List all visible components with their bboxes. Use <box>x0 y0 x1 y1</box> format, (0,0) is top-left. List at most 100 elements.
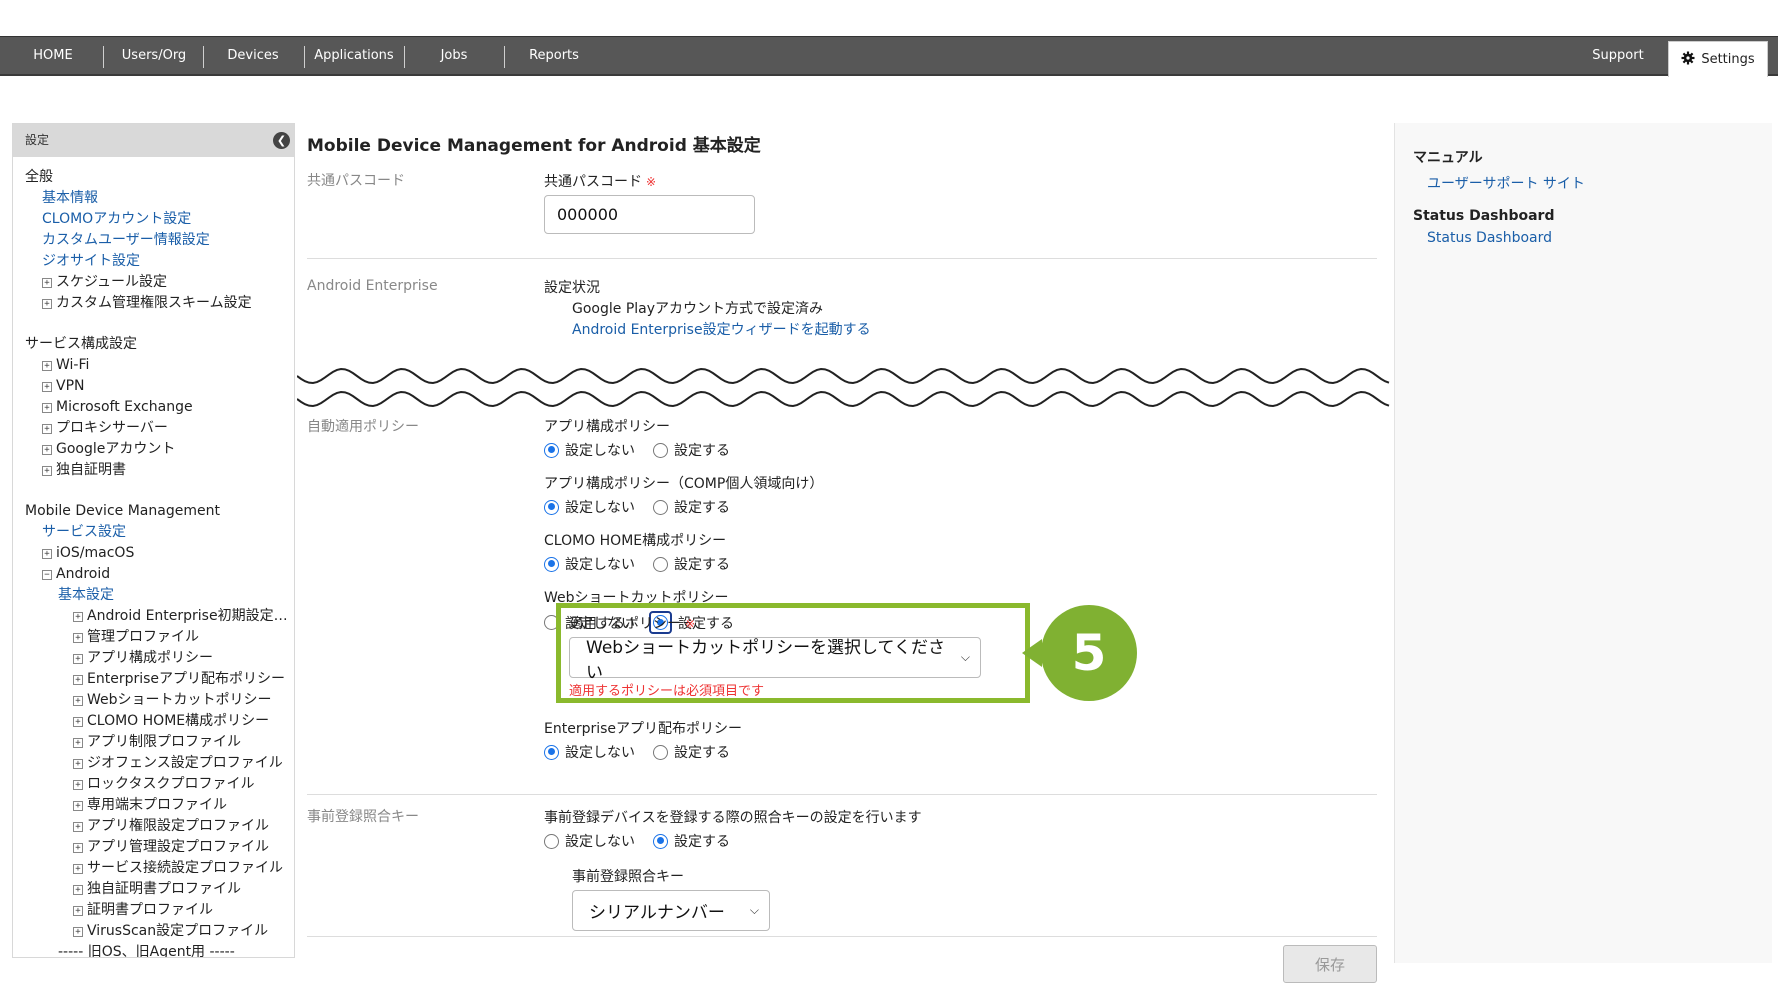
radio-label: 設定する <box>674 834 730 850</box>
manual-title: マニュアル <box>1413 150 1483 166</box>
sidebar-item-proxy[interactable]: + プロキシサーバー <box>25 418 294 439</box>
sidebar-item-schedule[interactable]: + スケジュール設定 <box>25 272 294 293</box>
sidebar-item-android-sub[interactable]: + アプリ制限プロファイル <box>25 732 294 753</box>
sidebar-item-android-sub[interactable]: + ジオフェンス設定プロファイル <box>25 753 294 774</box>
sidebar-item-exchange[interactable]: + Microsoft Exchange <box>25 397 294 418</box>
sidebar-item-vpn[interactable]: + VPN <box>25 376 294 397</box>
sidebar-item-android-sub[interactable]: + アプリ管理設定プロファイル <box>25 837 294 858</box>
prereg-description: 事前登録デバイスを登録する際の照合キーの設定を行います <box>544 810 922 826</box>
status-dashboard-link[interactable]: Status Dashboard <box>1413 230 1772 246</box>
sidebar-item-wifi[interactable]: + Wi-Fi <box>25 355 294 376</box>
prereg-section: 事前登録照合キー 事前登録デバイスを登録する際の照合キーの設定を行います 設定し… <box>307 806 1377 936</box>
prereg-on-radio[interactable] <box>653 833 668 849</box>
app-config-label: アプリ構成ポリシー <box>544 419 670 435</box>
sidebar-item-custom-user-info[interactable]: カスタムユーザー情報設定 <box>25 230 294 251</box>
required-mark: ※ <box>646 175 657 189</box>
radio-label: 設定する <box>674 500 730 516</box>
expand-icon: + <box>73 906 83 916</box>
sidebar-item-certificate[interactable]: + 独自証明書 <box>25 460 294 481</box>
enterprise-app-label: Enterpriseアプリ配布ポリシー <box>544 721 743 737</box>
passcode-input[interactable]: 000000 <box>544 195 755 234</box>
prereg-key-select[interactable]: シリアルナンバー ⌵ <box>572 890 770 931</box>
sidebar-item-service-settings[interactable]: サービス設定 <box>25 522 294 543</box>
radio-label: 設定する <box>674 557 730 573</box>
nav-support[interactable]: Support <box>1580 37 1656 75</box>
sidebar-item-label: Webショートカットポリシー <box>87 692 272 708</box>
sidebar-item-ios[interactable]: + iOS/macOS <box>25 543 294 564</box>
sidebar-item-clomo-account[interactable]: CLOMOアカウント設定 <box>25 209 294 230</box>
sidebar-item-label: Android <box>56 566 111 582</box>
select-value: シリアルナンバー <box>589 903 725 923</box>
app-config-comp-off-radio[interactable] <box>544 499 559 515</box>
app-config-comp-label: アプリ構成ポリシー（COMP個人領域向け） <box>544 476 824 492</box>
sidebar-item-label: カスタム管理権限スキーム設定 <box>56 295 252 311</box>
nav-devices[interactable]: Devices <box>213 37 293 75</box>
settings-sidebar: 設定 ❮ 全般 基本情報 CLOMOアカウント設定 カスタムユーザー情報設定 ジ… <box>12 123 295 958</box>
sidebar-item-label: 独自証明書 <box>56 462 126 478</box>
sidebar-header: 設定 ❮ <box>13 124 294 157</box>
sidebar-item-android[interactable]: − Android <box>25 564 294 585</box>
collapse-sidebar-button[interactable]: ❮ <box>273 132 290 149</box>
nav-home[interactable]: HOME <box>22 37 84 75</box>
sidebar-item-android-sub[interactable]: + CLOMO HOME構成ポリシー <box>25 711 294 732</box>
expand-icon: + <box>42 549 52 559</box>
sidebar-item-android-basic[interactable]: 基本設定 <box>25 585 294 606</box>
nav-applications[interactable]: Applications <box>312 37 396 75</box>
chevron-down-icon: ⌵ <box>960 650 970 664</box>
sidebar-item-android-sub[interactable]: + Webショートカットポリシー <box>25 690 294 711</box>
sidebar-item-label: CLOMO HOME構成ポリシー <box>87 713 270 729</box>
expand-icon: + <box>73 675 83 685</box>
divider <box>307 936 1377 937</box>
sidebar-item-basic-info[interactable]: 基本情報 <box>25 188 294 209</box>
sidebar-item-android-sub[interactable]: + アプリ構成ポリシー <box>25 648 294 669</box>
clomo-home-label: CLOMO HOME構成ポリシー <box>544 533 727 549</box>
expand-icon: + <box>73 822 83 832</box>
gear-icon <box>1681 51 1695 69</box>
apply-policy-select[interactable]: Webショートカットポリシーを選択してください ⌵ <box>569 637 981 683</box>
sidebar-item-label: VPN <box>56 378 85 394</box>
enterprise-app-off-radio[interactable] <box>544 744 559 760</box>
expand-icon: + <box>42 361 52 371</box>
radio-label: 設定する <box>674 745 730 761</box>
sidebar-item-android-sub[interactable]: + 証明書プロファイル <box>25 900 294 921</box>
nav-jobs[interactable]: Jobs <box>414 37 494 75</box>
nav-settings-tab[interactable]: Settings <box>1668 41 1768 77</box>
sidebar-item-android-sub[interactable]: + ロックタスクプロファイル <box>25 774 294 795</box>
nav-users-org[interactable]: Users/Org <box>112 37 196 75</box>
prereg-key-label: 事前登録照合キー <box>572 869 684 885</box>
nav-reports[interactable]: Reports <box>514 37 594 75</box>
sidebar-item-android-sub[interactable]: + 管理プロファイル <box>25 627 294 648</box>
collapse-icon: − <box>42 570 52 580</box>
main-content: Mobile Device Management for Android 基本設… <box>297 123 1390 993</box>
sidebar-item-android-sub[interactable]: + サービス接続設定プロファイル <box>25 858 294 879</box>
clomo-home-off-radio[interactable] <box>544 556 559 572</box>
app-config-on-radio[interactable] <box>653 442 668 458</box>
sidebar-item-android-sub[interactable]: + VirusScan設定プロファイル <box>25 921 294 942</box>
sidebar-item-label: 管理プロファイル <box>87 629 199 645</box>
clomo-home-on-radio[interactable] <box>653 556 668 572</box>
sidebar-item-android-sub[interactable]: + 独自証明書プロファイル <box>25 879 294 900</box>
sidebar-item-android-sub[interactable]: + アプリ権限設定プロファイル <box>25 816 294 837</box>
expand-icon: + <box>73 717 83 727</box>
save-button[interactable]: 保存 <box>1283 945 1377 983</box>
callout-pointer <box>1022 639 1042 667</box>
status-dashboard-title: Status Dashboard <box>1413 208 1555 224</box>
sidebar-item-google-account[interactable]: + Googleアカウント <box>25 439 294 460</box>
sidebar-item-android-sub[interactable]: + Android Enterprise初期設定… <box>25 606 294 627</box>
expand-icon: + <box>42 299 52 309</box>
radio-label: 設定しない <box>565 443 635 459</box>
expand-icon: + <box>42 382 52 392</box>
enterprise-wizard-link[interactable]: Android Enterprise設定ウィザードを起動する <box>544 320 871 341</box>
sidebar-item-android-sub[interactable]: + 専用端末プロファイル <box>25 795 294 816</box>
expand-icon: + <box>73 759 83 769</box>
sidebar-item-geosite[interactable]: ジオサイト設定 <box>25 251 294 272</box>
user-support-link[interactable]: ユーザーサポート サイト <box>1413 173 1772 193</box>
chevron-left-icon: ❮ <box>276 134 287 147</box>
sidebar-item-custom-permission[interactable]: + カスタム管理権限スキーム設定 <box>25 293 294 314</box>
app-config-off-radio[interactable] <box>544 442 559 458</box>
sidebar-item-android-sub[interactable]: + Enterpriseアプリ配布ポリシー <box>25 669 294 690</box>
app-config-comp-on-radio[interactable] <box>653 499 668 515</box>
sidebar-item-label: VirusScan設定プロファイル <box>87 923 269 939</box>
enterprise-app-on-radio[interactable] <box>653 744 668 760</box>
prereg-off-radio[interactable] <box>544 833 559 849</box>
